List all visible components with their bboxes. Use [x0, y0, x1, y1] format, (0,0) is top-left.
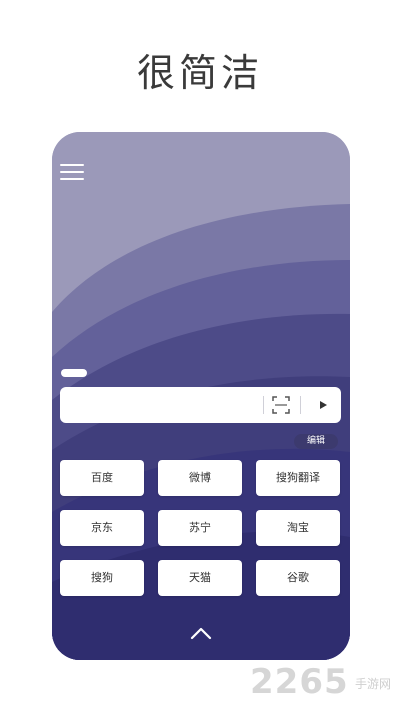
logo-pill [61, 369, 87, 377]
shortcut-taobao[interactable]: 淘宝 [256, 510, 340, 546]
hamburger-icon [60, 164, 84, 166]
search-input[interactable] [68, 393, 252, 419]
scan-icon[interactable] [271, 395, 291, 415]
phone-mockup: 编辑 百度 微博 搜狗翻译 京东 苏宁 淘宝 搜狗 天猫 谷歌 [52, 132, 350, 660]
search-bar [60, 387, 341, 423]
shortcut-weibo[interactable]: 微博 [158, 460, 242, 496]
menu-button[interactable] [60, 162, 86, 184]
screenshot-root: 很简洁 编辑 百度 微博 搜狗翻译 京东 苏宁 淘宝 搜狗 天猫 谷歌 2265… [0, 0, 400, 711]
site-watermark: 2265 手游网 [250, 660, 400, 706]
page-headline: 很简洁 [136, 51, 263, 95]
chevron-up-icon[interactable] [189, 626, 213, 640]
play-arrow-icon[interactable] [315, 397, 331, 413]
watermark-suffix: 手游网 [355, 677, 392, 691]
edit-button[interactable]: 编辑 [294, 434, 338, 449]
shortcut-tmall[interactable]: 天猫 [158, 560, 242, 596]
shortcut-baidu[interactable]: 百度 [60, 460, 144, 496]
shortcut-jd[interactable]: 京东 [60, 510, 144, 546]
shortcut-suning[interactable]: 苏宁 [158, 510, 242, 546]
shortcut-google[interactable]: 谷歌 [256, 560, 340, 596]
shortcut-sogou-translate[interactable]: 搜狗翻译 [256, 460, 340, 496]
shortcut-sogou[interactable]: 搜狗 [60, 560, 144, 596]
search-divider-2 [300, 396, 301, 414]
watermark-number: 2265 [250, 662, 349, 702]
search-divider [263, 396, 264, 414]
